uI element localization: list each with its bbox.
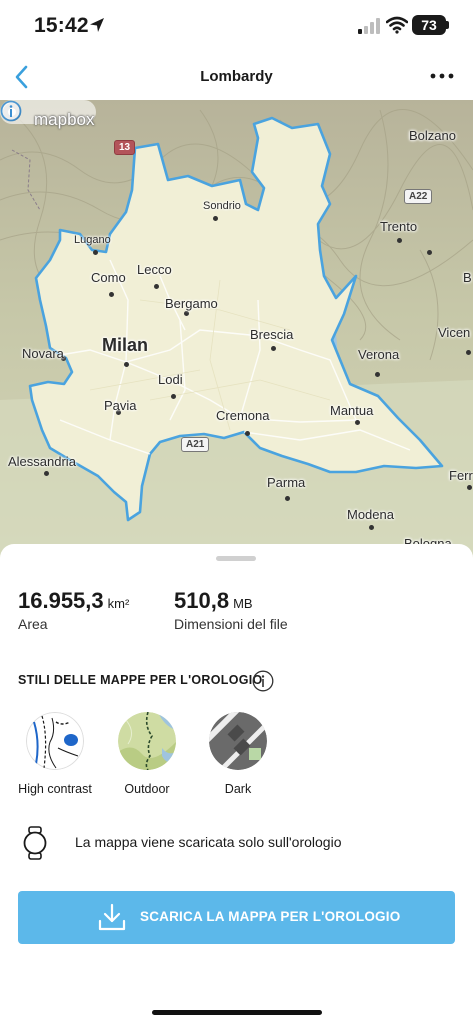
style-label-dark: Dark <box>224 782 252 796</box>
city-label-mantua: Mantua <box>330 403 374 418</box>
city-dot <box>466 350 471 355</box>
info-icon[interactable] <box>0 100 22 122</box>
city-dot <box>355 420 360 425</box>
area-value: 16.955,3 <box>18 588 104 613</box>
city-label-bergamo: Bergamo <box>165 296 218 311</box>
battery-indicator: 73 <box>412 15 446 35</box>
wifi-icon <box>386 16 408 34</box>
city-label-parma: Parma <box>267 475 306 490</box>
city-label-trento: Trento <box>380 219 418 234</box>
outdoor-thumbnail <box>118 712 176 770</box>
style-label-high-contrast: High contrast <box>18 782 92 796</box>
city-label-lodi: Lodi <box>158 372 183 387</box>
city-label-ferr: Ferr <box>449 468 473 483</box>
file-size-unit: MB <box>233 596 253 611</box>
location-arrow-icon <box>90 18 104 32</box>
city-label-verona: Verona <box>358 347 400 362</box>
download-map-button[interactable]: SCARICA LA MAPPA PER L'OROLOGIO <box>18 891 455 944</box>
download-destination-note: La mappa viene scaricata solo sull'orolo… <box>75 834 342 850</box>
city-dot <box>213 216 218 221</box>
style-option-dark[interactable]: Dark <box>198 712 278 797</box>
city-dot <box>171 394 176 399</box>
battery-nub <box>446 21 449 29</box>
page-title: Lombardy <box>200 68 273 85</box>
high-contrast-thumbnail <box>26 712 84 770</box>
city-dot <box>427 250 432 255</box>
city-dot <box>271 346 276 351</box>
signal-icon <box>358 18 380 34</box>
city-label-milan: Milan <box>102 335 149 355</box>
mapbox-attribution: mapbox <box>34 110 95 129</box>
area-label: Area <box>18 616 48 632</box>
bottom-sheet: 16.955,3 km² Area 510,8 MB Dimensioni del … <box>0 544 473 1024</box>
download-map-button-label: SCARICA LA MAPPA PER L'OROLOGIO <box>140 909 401 924</box>
watch-icon <box>23 826 47 860</box>
city-dot <box>285 496 290 501</box>
city-label-vicen: Vicen <box>438 325 471 340</box>
city-dot <box>184 311 189 316</box>
region-map[interactable]: mapbox 13 A22 A21 Bolzano Sondrio Trento… <box>0 100 473 560</box>
city-label-alessandria: Alessandria <box>8 454 76 469</box>
city-dot <box>109 292 114 297</box>
home-indicator <box>152 1010 322 1015</box>
road-shield-13: 13 <box>114 140 136 155</box>
city-label-brescia: Brescia <box>250 327 294 342</box>
city-dot <box>467 485 472 490</box>
city-label-bolzano: Bolzano <box>409 128 456 143</box>
city-label-edge-b: B <box>463 270 472 285</box>
download-icon <box>98 903 126 931</box>
info-icon[interactable] <box>252 670 274 692</box>
area-unit: km² <box>107 596 130 611</box>
city-label-cremona: Cremona <box>216 408 270 423</box>
file-size-stat: 510,8 MB Dimensioni del file <box>174 588 288 632</box>
city-dot <box>245 431 250 436</box>
city-label-lugano: Lugano <box>74 234 111 246</box>
style-label-outdoor: Outdoor <box>124 782 170 796</box>
city-label-lecco: Lecco <box>137 262 172 277</box>
road-shield-a21: A21 <box>181 437 210 452</box>
area-stat: 16.955,3 km² Area <box>18 588 129 632</box>
nav-bar: Lombardy <box>0 54 473 100</box>
city-dot <box>93 250 98 255</box>
city-label-novara: Novara <box>22 346 64 361</box>
city-label-modena: Modena <box>347 507 394 522</box>
city-dot <box>369 525 374 530</box>
city-dot <box>397 238 402 243</box>
more-icon[interactable] <box>428 70 456 82</box>
city-dot <box>124 362 129 367</box>
status-time: 15:42 <box>34 14 89 37</box>
dark-thumbnail <box>209 712 267 770</box>
city-dot <box>154 284 159 289</box>
city-label-pavia: Pavia <box>104 398 137 413</box>
map-styles-title: STILI DELLE MAPPE PER L'OROLOGIO <box>18 673 263 687</box>
city-label-sondrio: Sondrio <box>203 200 241 212</box>
status-bar: 15:42 73 <box>0 0 473 54</box>
city-dot <box>44 471 49 476</box>
city-dot <box>375 372 380 377</box>
sheet-drag-handle[interactable] <box>216 556 256 561</box>
file-size-value: 510,8 <box>174 588 230 613</box>
file-size-label: Dimensioni del file <box>174 616 288 632</box>
map-canvas <box>0 100 473 560</box>
style-option-outdoor[interactable]: Outdoor <box>107 712 187 797</box>
city-label-como: Como <box>91 270 126 285</box>
style-option-high-contrast[interactable]: High contrast <box>15 712 95 797</box>
road-shield-a22: A22 <box>404 189 433 204</box>
